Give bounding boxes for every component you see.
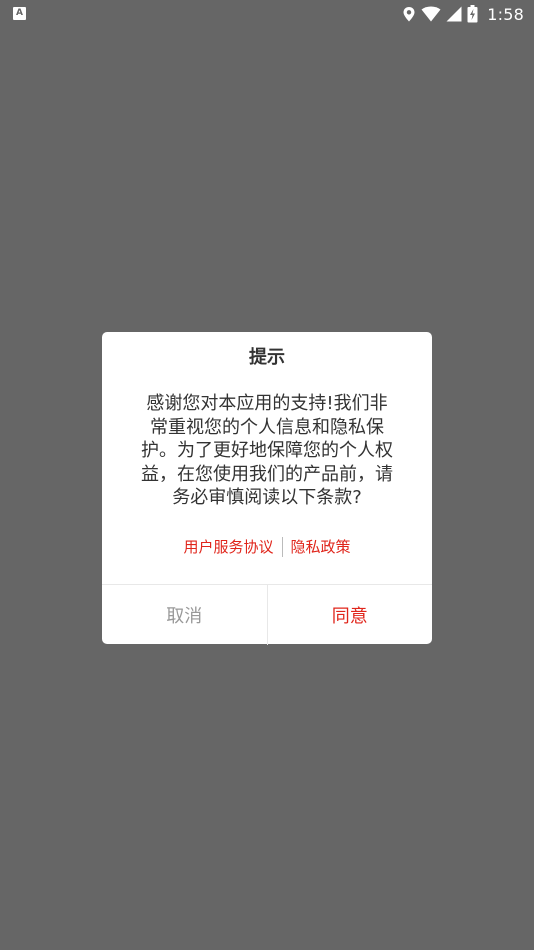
status-bar: A 1:58	[0, 0, 534, 28]
dialog-message: 感谢您对本应用的支持!我们非常重视您的个人信息和隐私保护。为了更好地保障您的个人…	[141, 393, 393, 508]
location-icon	[403, 7, 415, 22]
status-icons: 1:58	[402, 0, 524, 28]
privacy-policy-link[interactable]: 隐私政策	[291, 536, 351, 557]
status-time: 1:58	[487, 4, 524, 24]
dialog-title: 提示	[249, 347, 285, 368]
cancel-button[interactable]: 取消	[102, 585, 268, 645]
agree-button[interactable]: 同意	[268, 585, 433, 645]
battery-charging-icon	[467, 5, 478, 23]
signal-icon	[446, 6, 462, 22]
dialog-button-row: 取消 同意	[102, 584, 432, 645]
user-agreement-link[interactable]: 用户服务协议	[183, 536, 273, 557]
notification-app-icon: A	[13, 7, 26, 20]
wifi-icon	[421, 6, 441, 22]
link-divider	[281, 536, 283, 557]
policy-links: 用户服务协议 隐私政策	[102, 536, 432, 557]
